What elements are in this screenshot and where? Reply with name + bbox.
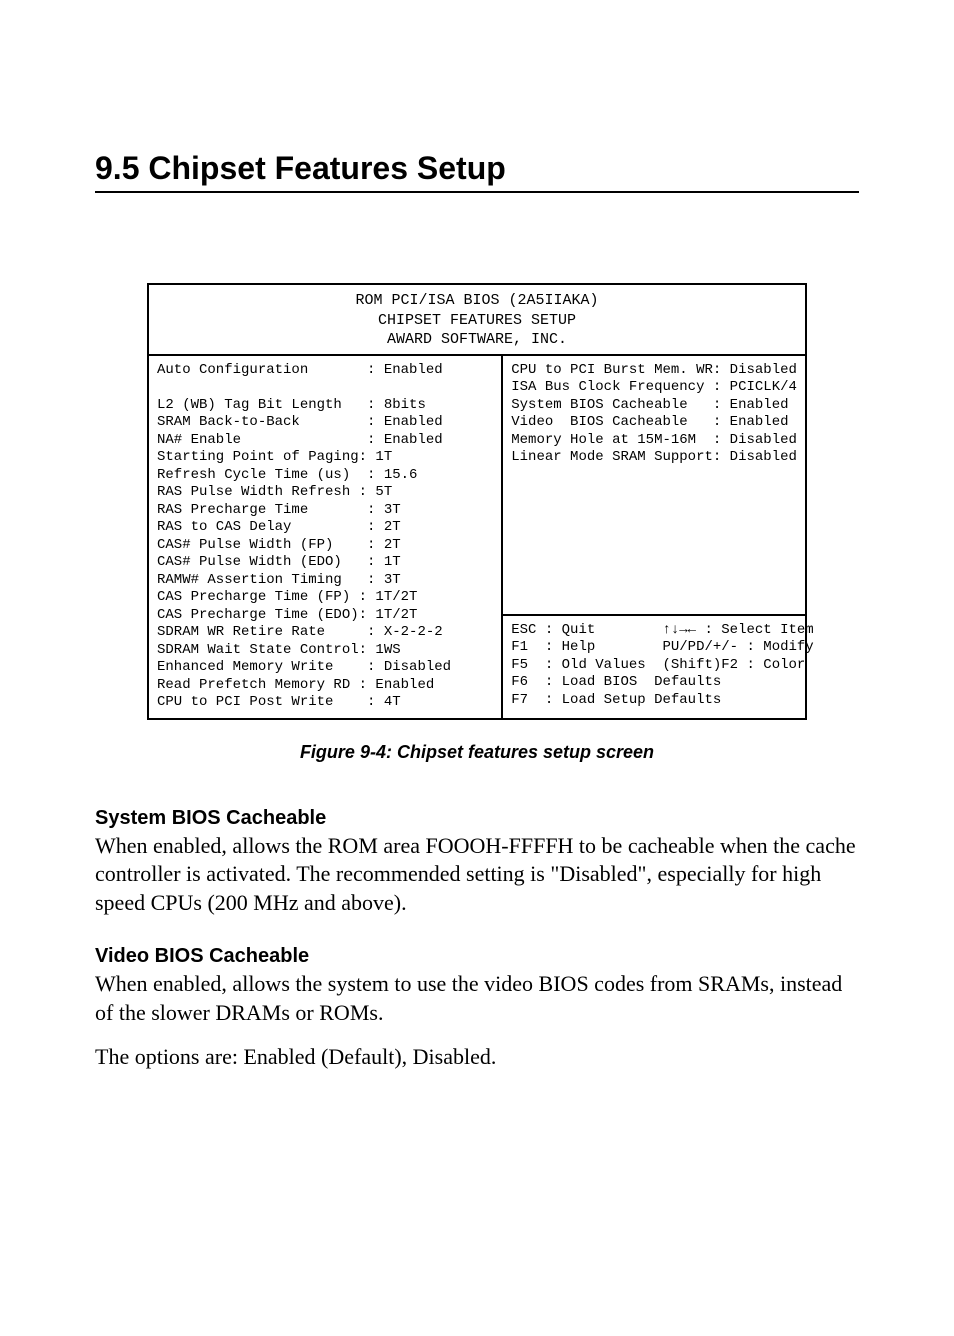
bios-right-top: CPU to PCI Burst Mem. WR: Disabled ISA B… [503, 356, 805, 616]
bios-panels: Auto Configuration : Enabled L2 (WB) Tag… [147, 354, 807, 720]
page-container: 9.5 Chipset Features Setup ROM PCI/ISA B… [0, 0, 954, 1072]
bios-left-panel: Auto Configuration : Enabled L2 (WB) Tag… [149, 356, 503, 718]
heading-system-bios-cacheable: System BIOS Cacheable [95, 807, 859, 830]
bios-header-line2: CHIPSET FEATURES SETUP [149, 311, 805, 331]
paragraph-video-bios-cacheable-1: When enabled, allows the system to use t… [95, 970, 859, 1027]
paragraph-video-bios-cacheable-2: The options are: Enabled (Default), Disa… [95, 1043, 859, 1072]
heading-video-bios-cacheable: Video BIOS Cacheable [95, 945, 859, 968]
bios-screenshot: ROM PCI/ISA BIOS (2A5IIAKA) CHIPSET FEAT… [147, 283, 807, 720]
section-title: 9.5 Chipset Features Setup [95, 150, 859, 187]
bios-right-panel: CPU to PCI Burst Mem. WR: Disabled ISA B… [503, 356, 805, 718]
bios-right-bottom: ESC : Quit ↑↓→← : Select Item F1 : Help … [503, 616, 805, 716]
section-rule [95, 191, 859, 193]
figure-caption: Figure 9-4: Chipset features setup scree… [95, 742, 859, 763]
bios-header-line1: ROM PCI/ISA BIOS (2A5IIAKA) [149, 291, 805, 311]
bios-header: ROM PCI/ISA BIOS (2A5IIAKA) CHIPSET FEAT… [147, 283, 807, 354]
paragraph-system-bios-cacheable: When enabled, allows the ROM area FOOOH-… [95, 832, 859, 918]
bios-header-line3: AWARD SOFTWARE, INC. [149, 330, 805, 350]
